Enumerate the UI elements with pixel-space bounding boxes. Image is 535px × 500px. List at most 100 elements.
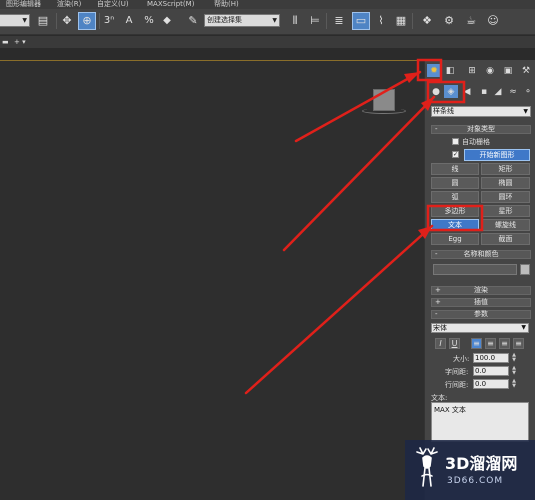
menu-bar: 图形编辑器 渲染(R) 自定义(U) MAXScript(M) 帮助(H)	[0, 0, 535, 9]
perspective-viewport[interactable]	[0, 60, 424, 500]
angle-snap-icon[interactable]: A	[120, 12, 138, 30]
render-production-icon[interactable]: ☺	[484, 12, 502, 30]
geometry-subtab-icon[interactable]: ●	[429, 85, 443, 98]
systems-subtab-icon[interactable]: ⚬	[521, 85, 535, 98]
helix-button[interactable]: 螺旋线	[481, 219, 530, 231]
select-move-icon[interactable]: ✥	[58, 12, 76, 30]
font-dropdown[interactable]: 宋体 ▼	[431, 323, 529, 333]
object-type-rollout[interactable]: - 对象类型	[431, 125, 531, 134]
kerning-label: 字间距:	[445, 368, 469, 376]
leading-spinner[interactable]: 0.0	[473, 379, 509, 389]
spinner-snap-icon[interactable]: ◆	[158, 12, 176, 30]
schematic-view-icon[interactable]: ▦	[392, 12, 410, 30]
render-setup-icon[interactable]: ⚙	[440, 12, 458, 30]
align-icon[interactable]: ⊨	[306, 12, 324, 30]
name-color-title: 名称和颜色	[463, 250, 499, 258]
size-spinner-arrows[interactable]: ▲ ▼	[511, 353, 517, 363]
cameras-subtab-icon[interactable]: ▪	[477, 85, 491, 98]
underline-button[interactable]: U	[449, 338, 460, 349]
kerning-spinner[interactable]: 0.0	[473, 366, 509, 376]
ngon-button[interactable]: 多边形	[431, 205, 479, 217]
line-button[interactable]: 线	[431, 163, 479, 175]
justify-icon[interactable]: ≡	[513, 338, 524, 349]
font-dropdown-text: 宋体	[433, 324, 447, 332]
view-cube-compass[interactable]	[362, 108, 406, 114]
edit-named-selection-icon[interactable]: ✎	[184, 12, 202, 30]
section-button[interactable]: 截面	[481, 233, 530, 245]
align-center-icon[interactable]: ≡	[485, 338, 496, 349]
circle-button[interactable]: 圆	[431, 177, 479, 189]
category-dropdown-text: 样条线	[433, 107, 454, 115]
ribbon-toggle-icon[interactable]: ▬	[2, 36, 9, 48]
snap-3d-label: 3	[103, 15, 111, 26]
spacewarps-subtab-icon[interactable]: ≈	[506, 85, 520, 98]
layer-manager-icon[interactable]: ≣	[330, 12, 348, 30]
align-left-icon[interactable]: ≡	[471, 338, 482, 349]
mirror-icon[interactable]: ⫴	[286, 12, 304, 30]
rendering-rollout[interactable]: + 渲染	[431, 286, 531, 295]
rendering-title: 渲染	[474, 286, 488, 294]
snap-3d-icon[interactable]: 3ⁿ	[100, 12, 118, 30]
helpers-subtab-icon[interactable]: ◢	[491, 85, 505, 98]
egg-button[interactable]: Egg	[431, 233, 479, 245]
shapes-subtab-icon[interactable]: ◈	[444, 85, 458, 98]
select-manipulate-icon[interactable]: ⊕	[78, 12, 96, 30]
menu-graph-editors[interactable]: 图形编辑器	[6, 0, 41, 9]
secondary-strip: ▬ + ▾	[0, 36, 535, 48]
size-spinner[interactable]: 100.0	[473, 353, 509, 363]
command-panel: ✹ ◧ ⊞ ◉ ▣ ⚒ ● ◈ ◀ ▪ ◢ ≈ ⚬ 样条线 ▼ - 对象类型 自动栅…	[424, 60, 535, 500]
interpolation-title: 插值	[474, 298, 488, 306]
start-new-shape-checkbox[interactable]: ✓	[452, 151, 459, 158]
create-tab-icon[interactable]: ✹	[427, 64, 441, 77]
text-input[interactable]: MAX 文本	[431, 402, 529, 442]
kerning-spinner-arrows[interactable]: ▲ ▼	[511, 366, 517, 376]
italic-button[interactable]: I	[435, 338, 446, 349]
align-right-icon[interactable]: ≡	[499, 338, 510, 349]
start-new-shape-button[interactable]: 开始新图形	[464, 149, 530, 161]
hierarchy-tab-icon[interactable]: ⊞	[465, 64, 479, 77]
toolbar-divider	[412, 13, 413, 29]
leading-label: 行间距:	[445, 381, 469, 389]
size-label: 大小:	[453, 355, 470, 363]
select-name-icon[interactable]: ▤	[34, 12, 52, 30]
text-button[interactable]: 文本	[431, 219, 479, 231]
parameters-rollout[interactable]: - 参数	[431, 310, 531, 319]
arc-button[interactable]: 弧	[431, 191, 479, 203]
menu-customize[interactable]: 自定义(U)	[97, 0, 129, 9]
graphite-ribbon-icon[interactable]: ▭	[352, 12, 370, 30]
leading-spinner-arrows[interactable]: ▲ ▼	[511, 379, 517, 389]
utilities-tab-icon[interactable]: ⚒	[519, 64, 533, 77]
percent-snap-label: %	[144, 15, 154, 26]
ellipse-button[interactable]: 椭圆	[481, 177, 530, 189]
modify-tab-icon[interactable]: ◧	[443, 64, 457, 77]
parameters-title: 参数	[474, 310, 488, 318]
named-selection-set-dropdown[interactable]: 创建选择集 ▼	[204, 14, 280, 27]
menu-rendering[interactable]: 渲染(R)	[57, 0, 81, 9]
autogrid-checkbox[interactable]	[452, 138, 459, 145]
object-type-title: 对象类型	[467, 125, 495, 133]
toolbar-divider	[56, 13, 57, 29]
viewport-label[interactable]: + ▾	[14, 36, 26, 48]
toolbar-divider	[326, 13, 327, 29]
main-toolbar: ▼ ▤ ✥ ⊕ 3ⁿ A % ◆ ✎ 创建选择集 ▼ ⫴ ⊨ ≣ ▭ ⌇ ▦ ❖ …	[0, 9, 535, 35]
menu-maxscript[interactable]: MAXScript(M)	[147, 0, 194, 9]
rendered-frame-icon[interactable]: ☕	[462, 12, 480, 30]
name-color-rollout[interactable]: - 名称和颜色	[431, 250, 531, 259]
category-dropdown[interactable]: 样条线 ▼	[431, 106, 531, 117]
material-editor-icon[interactable]: ❖	[418, 12, 436, 30]
percent-snap-icon[interactable]: %	[140, 12, 158, 30]
rectangle-button[interactable]: 矩形	[481, 163, 530, 175]
motion-tab-icon[interactable]: ◉	[483, 64, 497, 77]
menu-help[interactable]: 帮助(H)	[214, 0, 239, 9]
object-name-field[interactable]	[433, 264, 517, 275]
object-color-swatch[interactable]	[520, 264, 530, 275]
donut-button[interactable]: 圆环	[481, 191, 530, 203]
curve-editor-icon[interactable]: ⌇	[372, 12, 390, 30]
selection-filter-dropdown[interactable]: ▼	[0, 14, 30, 27]
chevron-down-icon: ▼	[521, 324, 526, 331]
star-button[interactable]: 星形	[481, 205, 530, 217]
watermark-brand: 3D溜溜网	[445, 454, 518, 473]
lights-subtab-icon[interactable]: ◀	[460, 85, 474, 98]
interpolation-rollout[interactable]: + 插值	[431, 298, 531, 307]
display-tab-icon[interactable]: ▣	[501, 64, 515, 77]
